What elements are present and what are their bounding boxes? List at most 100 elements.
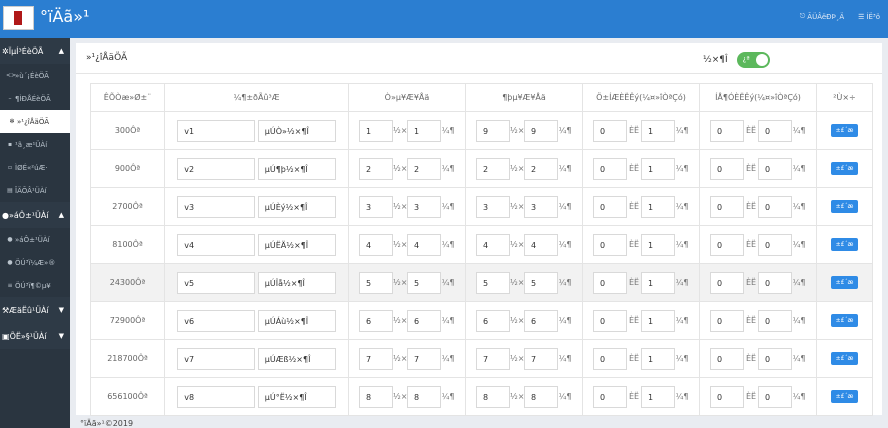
sidebar-item-sms[interactable]: – ¶ÌÐÅÉèÖÃ (0, 87, 70, 110)
match-one-level-input[interactable]: 1 (407, 119, 441, 142)
save-button[interactable]: ±£´æ (830, 124, 859, 137)
direct-level-input[interactable]: 1 (641, 309, 675, 332)
sidebar-item-member-mgmt[interactable]: ● »áÔ±¹ÜÀí (0, 228, 70, 251)
match-one-level-input[interactable]: 3 (407, 195, 441, 218)
sidebar-item-ads[interactable]: ▪ ¹ã¸æ¹ÜÀí (0, 133, 70, 156)
match-two-stage-input[interactable]: 4 (476, 233, 510, 256)
match-two-stage-input[interactable]: 9 (476, 119, 510, 142)
match-one-level-input[interactable]: 2 (407, 157, 441, 180)
level-code-input[interactable]: v7 (177, 347, 256, 370)
match-two-level-input[interactable]: 4 (524, 233, 558, 256)
match-two-stage-input[interactable]: 8 (476, 385, 510, 408)
direct-level-input[interactable]: 1 (641, 157, 675, 180)
team-level-input[interactable]: 0 (758, 233, 792, 256)
direct-people-input[interactable]: 0 (593, 233, 627, 256)
match-one-level-input[interactable]: 7 (407, 347, 441, 370)
match-two-level-input[interactable]: 2 (524, 157, 558, 180)
save-button[interactable]: ±£´æ (830, 276, 859, 289)
match-two-level-input[interactable]: 6 (524, 309, 558, 332)
match-two-stage-input[interactable]: 6 (476, 309, 510, 332)
team-people-input[interactable]: 0 (710, 347, 744, 370)
level-code-input[interactable]: v4 (177, 233, 256, 256)
match-one-stage-input[interactable]: 1 (359, 119, 393, 142)
match-two-level-input[interactable]: 3 (524, 195, 558, 218)
match-two-stage-input[interactable]: 2 (476, 157, 510, 180)
match-one-stage-input[interactable]: 6 (359, 309, 393, 332)
match-one-stage-input[interactable]: 7 (359, 347, 393, 370)
level-code-input[interactable]: v6 (177, 309, 256, 332)
level-name-input[interactable]: µÚÒ»½×¶Î (257, 119, 336, 142)
direct-level-input[interactable]: 1 (641, 347, 675, 370)
direct-people-input[interactable]: 0 (593, 347, 627, 370)
team-level-input[interactable]: 0 (758, 119, 792, 142)
direct-people-input[interactable]: 0 (593, 309, 627, 332)
direct-level-input[interactable]: 1 (641, 119, 675, 142)
direct-people-input[interactable]: 0 (593, 385, 627, 408)
logout-link[interactable]: ☰ ÍË³ö (858, 12, 880, 21)
team-people-input[interactable]: 0 (710, 157, 744, 180)
sidebar-item-crowdfund-orders[interactable]: ≡ ÖÚ³ï¶©µ¥ (0, 274, 70, 297)
sidebar-group-other[interactable]: ⚒ ÆäËû¹ÜÀí ▼ (0, 297, 70, 323)
match-one-level-input[interactable]: 6 (407, 309, 441, 332)
team-people-input[interactable]: 0 (710, 309, 744, 332)
sidebar-group-system[interactable]: ✲ ÏµÍ³ÉèÖÃ ▲ (0, 38, 70, 64)
team-people-input[interactable]: 0 (710, 385, 744, 408)
level-name-input[interactable]: µÚÆß½×¶Î (257, 347, 336, 370)
match-two-level-input[interactable]: 5 (524, 271, 558, 294)
direct-people-input[interactable]: 0 (593, 119, 627, 142)
level-code-input[interactable]: v5 (177, 271, 256, 294)
direct-level-input[interactable]: 1 (641, 195, 675, 218)
match-two-level-input[interactable]: 7 (524, 347, 558, 370)
direct-level-input[interactable]: 1 (641, 271, 675, 294)
save-button[interactable]: ±£´æ (830, 162, 859, 175)
team-level-input[interactable]: 0 (758, 385, 792, 408)
sidebar-group-members[interactable]: ● »áÔ±¹ÜÀí ▲ (0, 202, 70, 228)
level-name-input[interactable]: µÚËÄ½×¶Î (257, 233, 336, 256)
sidebar-item-repay-config[interactable]: ✻ »¹¿îÅäÖÃ (0, 110, 70, 133)
team-level-input[interactable]: 0 (758, 195, 792, 218)
save-button[interactable]: ±£´æ (830, 314, 859, 327)
match-one-level-input[interactable]: 8 (407, 385, 441, 408)
change-password-link[interactable]: ⎋ ÃÜÂëÐÞ¸Ä (800, 12, 844, 21)
level-code-input[interactable]: v8 (177, 385, 256, 408)
team-people-input[interactable]: 0 (710, 233, 744, 256)
stage-toggle[interactable]: ¿ª (736, 52, 770, 68)
direct-level-input[interactable]: 1 (641, 385, 675, 408)
save-button[interactable]: ±£´æ (830, 238, 859, 251)
level-code-input[interactable]: v3 (177, 195, 256, 218)
match-one-stage-input[interactable]: 8 (359, 385, 393, 408)
level-name-input[interactable]: µÚÁù½×¶Î (257, 309, 336, 332)
level-code-input[interactable]: v2 (177, 157, 256, 180)
match-two-level-input[interactable]: 8 (524, 385, 558, 408)
sidebar-group-account[interactable]: ▣ ÕË»§¹ÜÀí ▼ (0, 323, 70, 349)
team-people-input[interactable]: 0 (710, 195, 744, 218)
match-one-stage-input[interactable]: 4 (359, 233, 393, 256)
save-button[interactable]: ±£´æ (830, 200, 859, 213)
match-one-stage-input[interactable]: 2 (359, 157, 393, 180)
match-one-level-input[interactable]: 4 (407, 233, 441, 256)
direct-people-input[interactable]: 0 (593, 157, 627, 180)
level-name-input[interactable]: µÚ¶þ½×¶Î (257, 157, 336, 180)
match-one-level-input[interactable]: 5 (407, 271, 441, 294)
match-one-stage-input[interactable]: 5 (359, 271, 393, 294)
match-two-stage-input[interactable]: 5 (476, 271, 510, 294)
team-people-input[interactable]: 0 (710, 271, 744, 294)
level-name-input[interactable]: µÚ°Ë½×¶Î (257, 385, 336, 408)
sidebar-item-basic[interactable]: <> »ù´¡ÉèÖÃ (0, 64, 70, 87)
save-button[interactable]: ±£´æ (830, 390, 859, 403)
sidebar-item-products[interactable]: ▫ ÌØÉ«²úÆ· (0, 156, 70, 179)
team-level-input[interactable]: 0 (758, 157, 792, 180)
match-two-level-input[interactable]: 9 (524, 119, 558, 142)
sidebar-item-articles[interactable]: ▤ ÎÄÕÂ¹ÜÀí (0, 179, 70, 202)
team-level-input[interactable]: 0 (758, 347, 792, 370)
match-two-stage-input[interactable]: 7 (476, 347, 510, 370)
level-name-input[interactable]: µÚÎå½×¶Î (257, 271, 336, 294)
direct-level-input[interactable]: 1 (641, 233, 675, 256)
match-two-stage-input[interactable]: 3 (476, 195, 510, 218)
save-button[interactable]: ±£´æ (830, 352, 859, 365)
sidebar-item-crowdfund-plan[interactable]: ● ÖÚ³ï¼Æ»® (0, 251, 70, 274)
team-level-input[interactable]: 0 (758, 309, 792, 332)
level-code-input[interactable]: v1 (177, 119, 256, 142)
team-level-input[interactable]: 0 (758, 271, 792, 294)
match-one-stage-input[interactable]: 3 (359, 195, 393, 218)
